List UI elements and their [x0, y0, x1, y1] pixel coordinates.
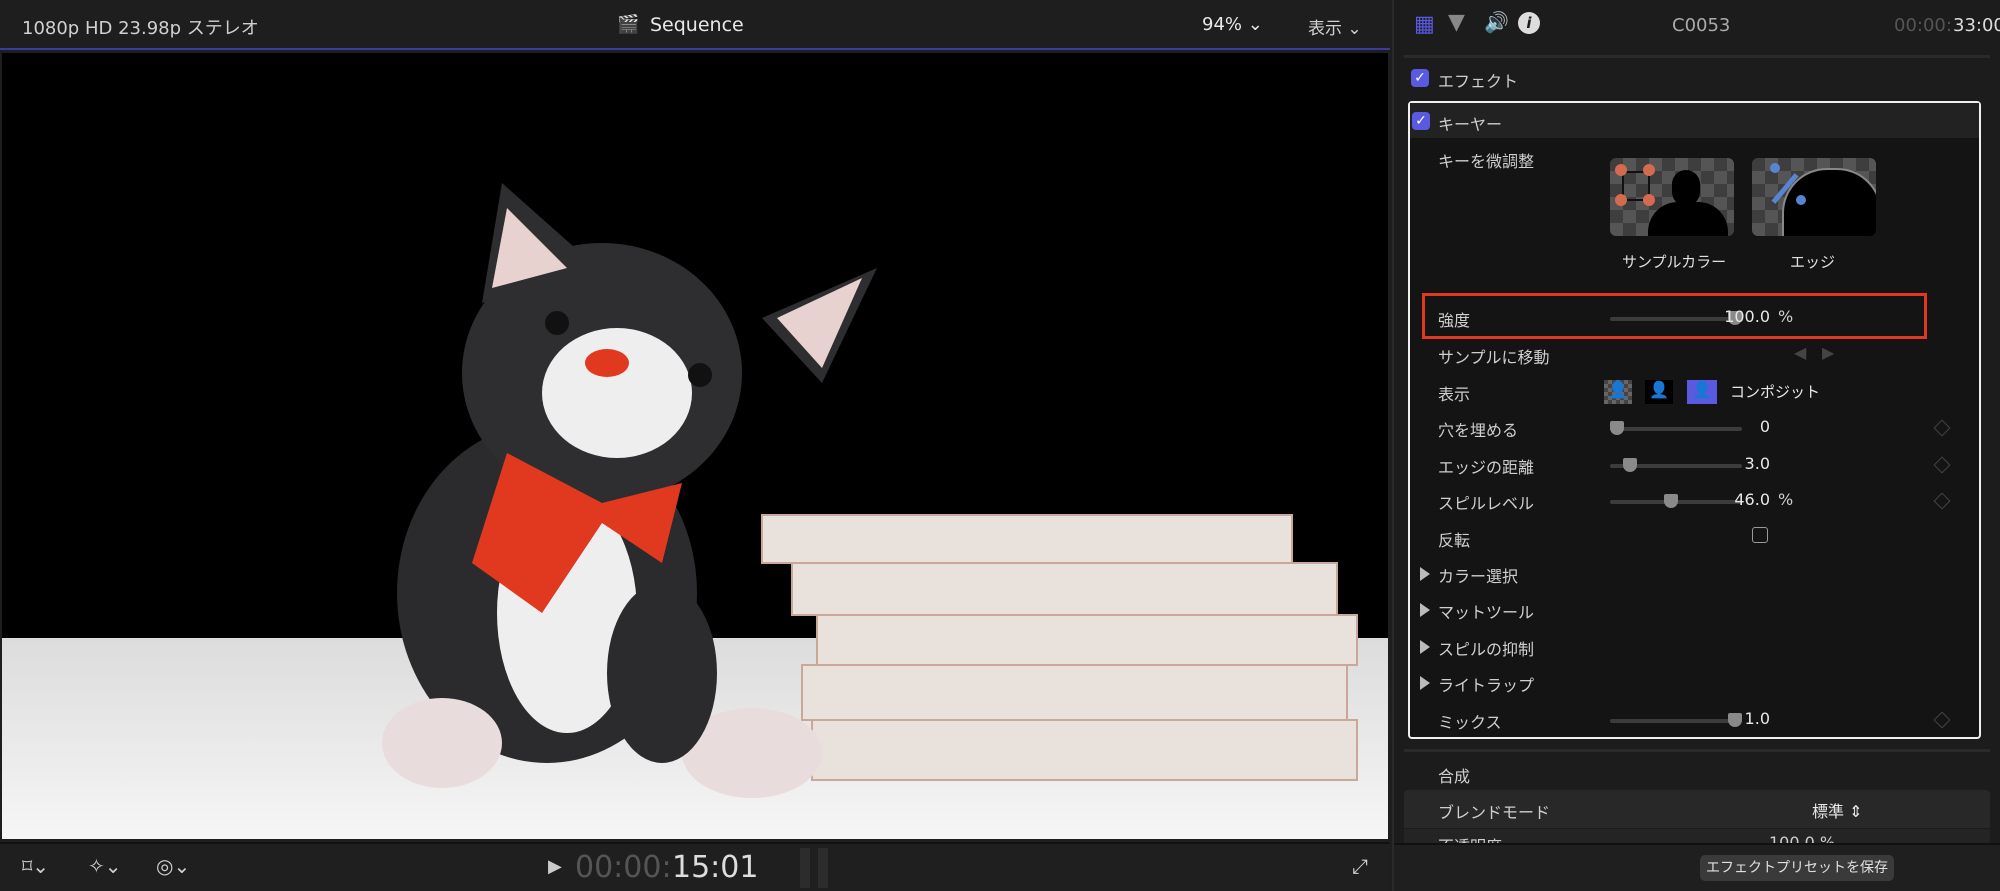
keyer-label: キーヤー [1438, 115, 1503, 134]
invert-checkbox[interactable] [1752, 527, 1768, 543]
zoom-menu[interactable]: 94% ⌄ [1202, 14, 1263, 35]
sample-color-label: サンプルカラー [1622, 253, 1727, 271]
mix-label: ミックス [1438, 713, 1502, 732]
refine-key-label: キーを微調整 [1438, 152, 1535, 171]
audio-meter-left [800, 848, 810, 888]
view-composite-button[interactable]: 👤 [1604, 380, 1632, 404]
view-label: 表示 [1438, 385, 1471, 404]
disclosure-triangle-icon[interactable] [1420, 640, 1430, 654]
strength-label: 強度 [1438, 311, 1471, 330]
info-inspector-icon[interactable]: i [1518, 12, 1540, 34]
effects-label: エフェクト [1438, 72, 1519, 91]
fullscreen-icon[interactable]: ⤢ [1352, 854, 1368, 878]
slider-knob[interactable] [1610, 421, 1624, 435]
view-menu-label: 表示 [1308, 19, 1342, 39]
clapper-icon: 🎬 [617, 14, 640, 35]
transform-tool-icon[interactable]: ⌑⌄ [22, 854, 49, 878]
fill-holes-label: 穴を埋める [1438, 421, 1519, 440]
divider [1404, 749, 1990, 752]
inspector-footer [1394, 843, 2000, 891]
effects-checkbox[interactable]: ✓ [1411, 69, 1429, 87]
books [761, 514, 1358, 781]
matte-tools-group[interactable]: マットツール [1438, 599, 1534, 623]
viewer-bottom-bar: ⌑⌄ ✧⌄ ◎⌄ ▶ 00:00: 15:01 ⤢ [0, 842, 1390, 891]
keyframe-icon[interactable] [1933, 711, 1951, 729]
fill-holes-value[interactable]: 0 [1690, 417, 1770, 436]
spill-level-unit: % [1778, 490, 1794, 509]
sample-color-button[interactable] [1610, 158, 1734, 236]
strength-unit: % [1778, 307, 1794, 326]
keyframe-icon[interactable] [1933, 492, 1951, 510]
disclosure-triangle-icon[interactable] [1420, 603, 1430, 617]
sequence-title: Sequence [650, 14, 744, 36]
previous-sample-icon[interactable]: ◀ [1794, 343, 1806, 362]
disclosure-triangle-icon[interactable] [1420, 567, 1430, 581]
compositing-label: 合成 [1438, 767, 1471, 786]
keyframe-icon[interactable] [1933, 419, 1951, 437]
zoom-value: 94% [1202, 14, 1243, 35]
duration-dim: 00:00: [1894, 15, 1952, 36]
blend-mode-value: 標準 [1812, 802, 1845, 821]
jump-to-sample-label: サンプルに移動 [1438, 348, 1550, 367]
next-sample-icon[interactable]: ▶ [1822, 343, 1834, 362]
play-icon[interactable]: ▶ [548, 856, 562, 877]
spill-suppression-group[interactable]: スピルの抑制 [1438, 636, 1534, 660]
keyframe-icon[interactable] [1933, 456, 1951, 474]
retime-icon[interactable]: ◎⌄ [156, 854, 190, 878]
opacity-value[interactable]: 100.0 % [1769, 833, 1835, 843]
divider [1404, 55, 1990, 58]
opacity-row: 不透明度 100.0 % [1404, 829, 1990, 843]
viewer-toolbar: 1080p HD 23.98p ステレオ 🎬 Sequence 94% ⌄ 表示… [0, 0, 1390, 50]
audio-inspector-icon[interactable]: 🔊 [1484, 10, 1509, 34]
spill-level-value[interactable]: 46.0 [1690, 490, 1770, 509]
mix-value[interactable]: 1.0 [1690, 709, 1770, 728]
slider-knob[interactable] [1664, 494, 1678, 508]
edge-button[interactable] [1752, 158, 1876, 236]
view-menu[interactable]: 表示 ⌄ [1308, 14, 1362, 39]
spill-level-label: スピルレベル [1438, 494, 1535, 513]
view-matte-button[interactable]: 👤 [1645, 380, 1673, 404]
disclosure-triangle-icon[interactable] [1420, 676, 1430, 690]
opacity-label: 不透明度 [1438, 833, 1502, 843]
blend-mode-label: ブレンドモード [1438, 803, 1551, 822]
color-selection-group[interactable]: カラー選択 [1438, 563, 1518, 587]
viewer: 1080p HD 23.98p ステレオ 🎬 Sequence 94% ⌄ 表示… [0, 0, 1390, 891]
clip-name: C0053 [1672, 15, 1731, 36]
inspector: ▦ ▼ 🔊 i C0053 00:00: 33:00 ✓ エフェクト ✓ キーヤ… [1392, 0, 2000, 891]
format-label: 1080p HD 23.98p ステレオ [22, 18, 259, 39]
slider-knob[interactable] [1623, 458, 1637, 472]
edge-label: エッジ [1790, 253, 1836, 271]
keyer-panel: ✓ キーヤー キーを微調整 サンプルカラー エッジ 強度 100.0 % サンプ… [1408, 101, 1981, 739]
save-effects-preset-button[interactable]: エフェクトプリセットを保存 [1700, 855, 1894, 881]
audio-meter-right [818, 848, 828, 888]
view-mode-value: コンポジット [1730, 383, 1821, 401]
invert-label: 反転 [1438, 531, 1471, 550]
light-wrap-group[interactable]: ライトラップ [1438, 672, 1534, 696]
view-original-button[interactable]: 👤 [1687, 380, 1717, 404]
timecode: 15:01 [672, 850, 759, 885]
video-frame [2, 53, 1388, 839]
video-inspector-icon[interactable]: ▦ [1414, 12, 1435, 37]
edge-distance-value[interactable]: 3.0 [1690, 454, 1770, 473]
enhance-wand-icon[interactable]: ✧⌄ [88, 854, 122, 878]
keyer-checkbox[interactable]: ✓ [1412, 112, 1430, 130]
timecode-dim: 00:00: [575, 850, 672, 885]
silhouette-icon [1672, 170, 1700, 206]
edge-distance-label: エッジの距離 [1438, 458, 1535, 477]
duration: 33:00 [1953, 15, 2000, 36]
video-image [2, 183, 1388, 839]
color-inspector-icon[interactable]: ▼ [1448, 10, 1465, 35]
strength-value[interactable]: 100.0 [1690, 307, 1770, 326]
strength-highlight [1422, 293, 1927, 339]
blend-mode-popup[interactable]: 標準 ⇕ [1812, 798, 1863, 822]
